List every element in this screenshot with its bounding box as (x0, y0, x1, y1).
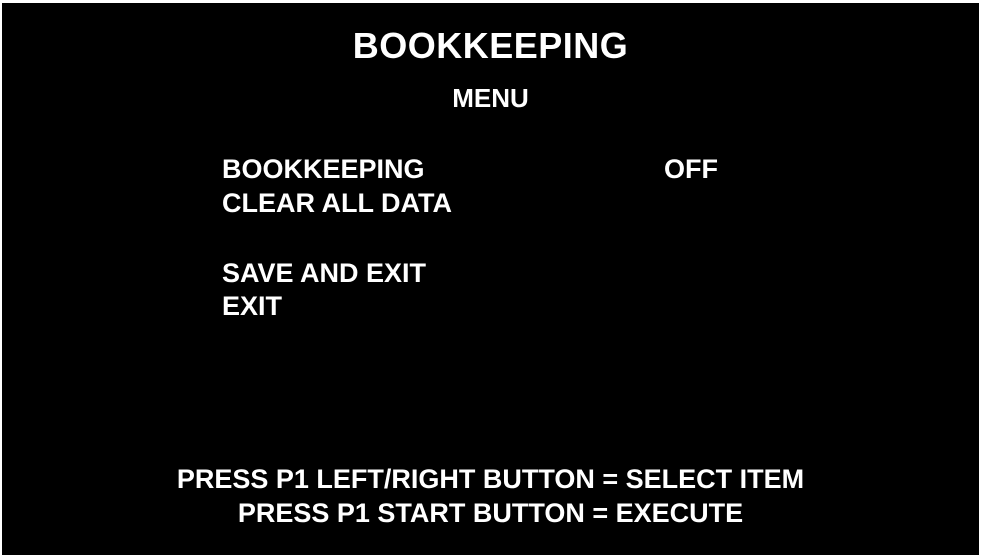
instruction-select-item: PRESS P1 LEFT/RIGHT BUTTON = SELECT ITEM (176, 464, 805, 494)
menu-item-save-and-exit[interactable]: SAVE AND EXIT (222, 257, 426, 289)
bookkeeping-value[interactable]: OFF (664, 153, 718, 185)
menu-item-clear-all-data[interactable]: CLEAR ALL DATA (222, 187, 452, 219)
screen-title: BOOKKEEPING (352, 25, 629, 66)
screen-subtitle: MENU (452, 83, 529, 113)
bookkeeping-screen: BOOKKEEPING MENU BOOKKEEPING OFF CLEAR A… (2, 3, 979, 555)
menu-item-bookkeeping[interactable]: BOOKKEEPING (222, 153, 425, 185)
instruction-execute: PRESS P1 START BUTTON = EXECUTE (237, 498, 744, 528)
menu-item-exit[interactable]: EXIT (222, 290, 282, 322)
